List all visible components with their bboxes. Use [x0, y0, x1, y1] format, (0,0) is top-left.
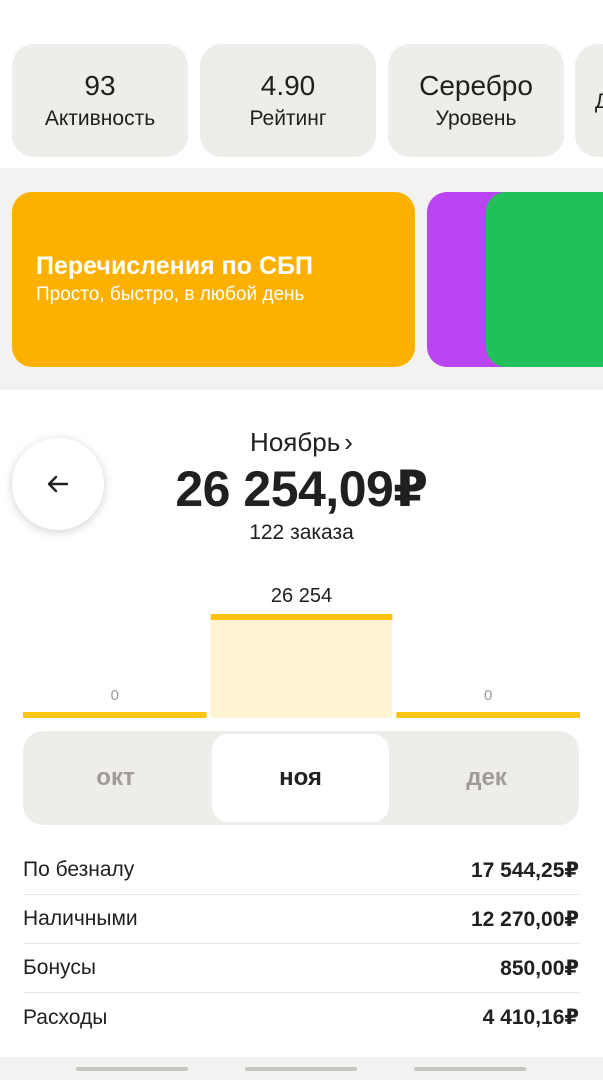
stat-value: Серебро: [419, 69, 533, 101]
bar-value-label: 0: [484, 687, 492, 704]
sheet-handle[interactable]: [76, 1067, 188, 1071]
sheet-handle[interactable]: [414, 1067, 526, 1071]
row-value: 17 544,25₽: [470, 858, 579, 882]
earnings-chart: 0 26 254 0: [0, 570, 603, 720]
row-value: 850,00₽: [500, 956, 579, 980]
month-title: Ноябрь: [250, 427, 341, 457]
bar-value-label: 26 254: [271, 585, 332, 607]
stat-card-rating[interactable]: 4.90 Рейтинг: [200, 44, 376, 157]
tab-oct[interactable]: окт: [23, 731, 208, 825]
tab-dec[interactable]: дек: [394, 731, 579, 825]
banner-title: Перечисления по СБП: [36, 252, 313, 280]
banner-subtitle: Просто, быстро, в любой день: [36, 284, 305, 305]
sheet-handle[interactable]: [245, 1067, 357, 1071]
stat-card-activity[interactable]: 93 Активность: [12, 44, 188, 157]
chevron-right-icon: ›: [344, 427, 353, 457]
stat-label: Д: [595, 89, 603, 113]
breakdown-row-cashless[interactable]: По безналу 17 544,25₽: [23, 846, 579, 895]
row-label: Наличными: [23, 907, 138, 930]
bar-value-label: 0: [111, 687, 119, 704]
promo-banner-green[interactable]: [486, 192, 603, 367]
month-switcher: окт ноя дек: [23, 731, 579, 825]
total-earnings: 26 254,09₽: [175, 461, 428, 517]
row-value: 12 270,00₽: [470, 907, 579, 931]
stat-label: Активность: [44, 106, 156, 130]
sbp-transfer-banner[interactable]: Перечисления по СБП Просто, быстро, в лю…: [12, 192, 415, 367]
promo-banners: Перечисления по СБП Просто, быстро, в лю…: [0, 168, 603, 390]
breakdown-row-expenses[interactable]: Расходы 4 410,16₽: [23, 993, 579, 1042]
bar-дек[interactable]: [396, 712, 580, 718]
stat-card-level[interactable]: Серебро Уровень: [388, 44, 564, 157]
orders-count: 122 заказа: [249, 521, 354, 544]
stat-value: 93: [84, 69, 116, 101]
stats-row: 93 Активность 4.90 Рейтинг Серебро Урове…: [0, 0, 603, 168]
stat-label: Уровень: [435, 106, 517, 130]
breakdown-row-bonuses[interactable]: Бонусы 850,00₽: [23, 944, 579, 993]
row-label: По безналу: [23, 858, 135, 881]
bottom-bar: [0, 1057, 603, 1080]
row-value: 4 410,16₽: [482, 1006, 579, 1029]
earnings-bar-chart: 0 26 254 0: [23, 585, 580, 718]
bar-ноя[interactable]: [210, 614, 393, 620]
row-label: Расходы: [23, 1005, 108, 1029]
row-label: Бонусы: [23, 956, 96, 979]
stat-card-partial[interactable]: Д: [575, 44, 603, 157]
bar-fill-ноя: [210, 614, 393, 718]
stat-value: 4.90: [260, 69, 316, 101]
month-selector[interactable]: Ноябрь ›: [0, 424, 603, 460]
tab-nov[interactable]: ноя: [212, 734, 389, 822]
bar-окт[interactable]: [23, 712, 207, 718]
stat-label: Рейтинг: [249, 106, 327, 130]
breakdown-row-cash[interactable]: Наличными 12 270,00₽: [23, 895, 579, 944]
earnings-breakdown: По безналу 17 544,25₽ Наличными 12 270,0…: [23, 846, 579, 1042]
